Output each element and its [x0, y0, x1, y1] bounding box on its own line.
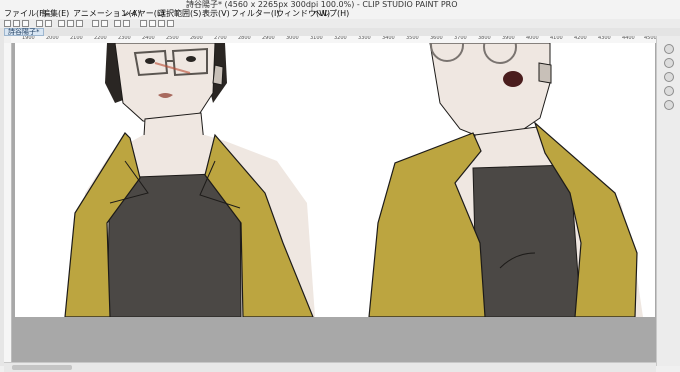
- snap-ruler-icon[interactable]: [140, 20, 147, 27]
- color-icon[interactable]: [167, 20, 174, 27]
- snap-grid-icon[interactable]: [149, 20, 156, 27]
- ruler-label: 2900: [262, 36, 275, 41]
- ruler-label: 3600: [430, 36, 443, 41]
- vertical-ruler: [4, 43, 12, 366]
- undo-icon[interactable]: [36, 20, 43, 27]
- menu-help[interactable]: ヘルプ(H): [313, 8, 349, 19]
- crop-icon[interactable]: [123, 20, 130, 27]
- menu-filter[interactable]: フィルター(I): [231, 8, 279, 19]
- transform-icon[interactable]: [101, 20, 108, 27]
- rotate-icon[interactable]: [664, 100, 674, 110]
- ruler-label: 4400: [622, 36, 635, 41]
- scrollbar-thumb[interactable]: [12, 365, 72, 370]
- ruler-label: 3200: [334, 36, 347, 41]
- hand-icon[interactable]: [664, 86, 674, 96]
- snap-special-icon[interactable]: [158, 20, 165, 27]
- menu-bar: ファイル(F) 編集(E) アニメーション(A) レイヤー(L) 選択範囲(S)…: [0, 9, 680, 19]
- close-panel-icon[interactable]: [664, 44, 674, 54]
- ruler-label: 4500: [644, 36, 656, 41]
- ruler-label: 3700: [454, 36, 467, 41]
- ruler-label: 3100: [310, 36, 323, 41]
- ruler-label: 3400: [382, 36, 395, 41]
- redo-icon[interactable]: [45, 20, 52, 27]
- zoom-in-icon[interactable]: [664, 58, 674, 68]
- ruler-label: 2800: [238, 36, 251, 41]
- deselect-icon[interactable]: [114, 20, 121, 27]
- menu-view[interactable]: 表示(V): [202, 8, 230, 19]
- right-panel: [656, 36, 680, 366]
- ruler-label: 4200: [574, 36, 587, 41]
- ruler-label: 1900: [22, 36, 35, 41]
- ruler-label: 3300: [358, 36, 371, 41]
- paste-icon[interactable]: [76, 20, 83, 27]
- ruler-label: 2300: [118, 36, 131, 41]
- ruler-label: 3500: [406, 36, 419, 41]
- ruler-label: 2400: [142, 36, 155, 41]
- ruler-label: 4300: [598, 36, 611, 41]
- ruler-label: 3800: [478, 36, 491, 41]
- tab-document[interactable]: 詩谷陽子*: [4, 28, 44, 36]
- cut-icon[interactable]: [58, 20, 65, 27]
- canvas-area[interactable]: [12, 43, 656, 366]
- ruler-label: 2000: [46, 36, 59, 41]
- ruler-label: 2500: [166, 36, 179, 41]
- left-figure: [64, 43, 315, 318]
- zoom-out-icon[interactable]: [664, 72, 674, 82]
- new-icon[interactable]: [4, 20, 11, 27]
- menu-file[interactable]: ファイル(F): [4, 8, 47, 19]
- canvas-paper[interactable]: [15, 43, 655, 318]
- ruler-label: 2600: [190, 36, 203, 41]
- tab-bar: 詩谷陽子*: [0, 28, 680, 36]
- artwork: [64, 43, 643, 318]
- save-icon[interactable]: [22, 20, 29, 27]
- copy-icon[interactable]: [67, 20, 74, 27]
- ruler-label: 2200: [94, 36, 107, 41]
- ruler-label: 4000: [526, 36, 539, 41]
- right-figure: [368, 43, 643, 318]
- ruler-label: 2100: [70, 36, 83, 41]
- ruler-label: 3000: [286, 36, 299, 41]
- ruler-label: 3900: [502, 36, 515, 41]
- menu-edit[interactable]: 編集(E): [42, 8, 69, 19]
- ruler-label: 2700: [214, 36, 227, 41]
- open-icon[interactable]: [13, 20, 20, 27]
- menu-selection[interactable]: 選択範囲(S): [158, 8, 201, 19]
- ruler-label: 4100: [550, 36, 563, 41]
- fill-icon[interactable]: [92, 20, 99, 27]
